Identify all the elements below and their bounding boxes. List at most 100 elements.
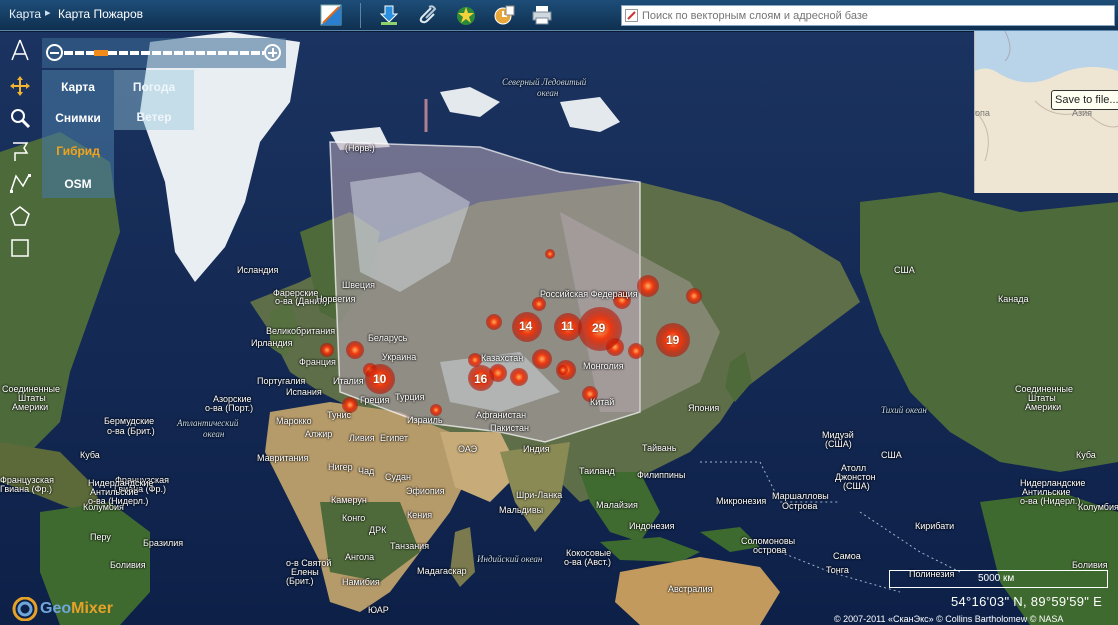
map-type-satellite[interactable]: Снимки	[42, 111, 114, 125]
ocean-label: Тихий океан	[881, 405, 927, 415]
map-type-hybrid[interactable]: Гибрид	[42, 144, 114, 158]
favorite-icon[interactable]	[455, 4, 477, 26]
place-label: Афганистан	[476, 410, 527, 420]
place-label: Малайзия	[596, 500, 638, 510]
top-bar: Карта ▸ Карта Пожаров	[0, 0, 1118, 31]
ocean-label: Атлантический	[177, 418, 239, 428]
fire-point	[637, 275, 659, 297]
polyline-icon[interactable]	[8, 171, 32, 195]
place-label: Исландия	[237, 265, 279, 275]
copyright: © 2007-2011 «СканЭкс» © Collins Bartholo…	[834, 614, 1064, 624]
history-icon[interactable]	[493, 4, 515, 26]
place-label: Кения	[407, 510, 433, 520]
page-title: Карта Пожаров	[58, 7, 144, 21]
breadcrumb-root[interactable]: Карта	[9, 7, 41, 21]
place-label: (Брит.)	[286, 576, 314, 586]
place-label: Португалия	[257, 376, 306, 386]
place-label: Нигер	[328, 462, 353, 472]
geomixer-logo[interactable]: GeoMixer	[40, 600, 113, 618]
place-label: Турция	[395, 392, 425, 402]
place-label: Ливия	[349, 433, 375, 443]
place-label: ОАЭ	[458, 444, 478, 454]
ocean-label: Северный Ледовитый	[502, 77, 587, 87]
ocean-label: океан	[537, 88, 559, 98]
place-label: Австралия	[668, 584, 713, 594]
save-to-file-tooltip[interactable]: Save to file...	[1051, 90, 1118, 110]
fire-point	[486, 314, 502, 330]
download-icon[interactable]	[378, 4, 400, 26]
map-type-map[interactable]: Карта	[42, 80, 114, 94]
place-label: Боливия	[110, 560, 146, 570]
cluster-count[interactable]: 16	[474, 372, 487, 386]
place-label: Бермудские	[104, 416, 155, 426]
place-label: (США)	[825, 439, 852, 449]
overview-map[interactable]: Азия опа	[974, 31, 1118, 193]
map-type-switcher: Карта Снимки Гибрид OSM	[42, 70, 114, 198]
search-box[interactable]	[621, 5, 1115, 26]
zoom-icon[interactable]	[8, 106, 32, 130]
rectangle-icon[interactable]	[8, 236, 32, 260]
scale-label: 5000 км	[978, 573, 1015, 584]
ocean-label: океан	[203, 429, 225, 439]
place-label: Куба	[1076, 450, 1096, 460]
place-label: Филиппины	[637, 470, 686, 480]
print-icon[interactable]	[531, 4, 553, 26]
place-label: Китай	[590, 397, 615, 407]
permalink-icon[interactable]	[320, 4, 342, 26]
place-label: (США)	[843, 481, 870, 491]
place-label: Намибия	[342, 577, 380, 587]
geomixer-logo-icon	[12, 597, 38, 621]
attach-icon[interactable]	[416, 4, 438, 26]
overview-canvas	[975, 31, 1118, 193]
breadcrumb-arrow-icon: ▸	[45, 7, 51, 19]
weather-layers: Погода Ветер	[114, 70, 194, 130]
place-label: о-ва (Брит.)	[107, 426, 155, 436]
cluster-count[interactable]: 29	[592, 321, 605, 335]
logo-text: GeoMixer	[40, 600, 113, 617]
place-label: Ирландия	[251, 338, 293, 348]
place-label: Мадагаскар	[417, 566, 467, 576]
place-label: Греция	[360, 395, 390, 405]
cluster-count[interactable]: 19	[666, 333, 679, 347]
zoom-handle[interactable]	[94, 50, 108, 56]
place-label: Перу	[90, 532, 111, 542]
place-label: Тунис	[327, 410, 351, 420]
place-label: о-ва (Нидерл.)	[1020, 496, 1081, 506]
place-label: Мальдивы	[499, 505, 544, 515]
cluster-count[interactable]: 14	[519, 319, 532, 333]
place-label: Казахстан	[481, 353, 524, 363]
map-type-osm[interactable]: OSM	[42, 177, 114, 191]
marker-icon[interactable]	[8, 139, 32, 163]
place-label: ЮАР	[368, 605, 389, 615]
cluster-count[interactable]: 10	[373, 372, 386, 386]
place-label: Бразилия	[143, 538, 184, 548]
zoom-in-button[interactable]	[264, 44, 281, 61]
place-label: Танзания	[390, 541, 430, 551]
place-label: Беларусь	[368, 333, 408, 343]
toolbar-separator	[360, 3, 361, 28]
search-input[interactable]	[642, 6, 1112, 25]
wind-layer[interactable]: Ветер	[114, 110, 194, 124]
zoom-slider[interactable]	[42, 38, 286, 68]
fire-point	[510, 368, 528, 386]
place-label: острова	[753, 545, 787, 555]
place-label: Тайвань	[642, 443, 677, 453]
place-label: Мавритания	[257, 453, 309, 463]
place-label: Самоа	[833, 551, 861, 561]
place-label: Кирибати	[915, 521, 955, 531]
weather-layer[interactable]: Погода	[114, 80, 194, 94]
pan-icon[interactable]	[8, 74, 32, 98]
measure-icon[interactable]	[8, 38, 32, 62]
place-label: Судан	[385, 472, 411, 482]
place-label: Монголия	[583, 361, 624, 371]
cluster-count[interactable]: 11	[561, 319, 574, 333]
place-label: Индия	[523, 444, 550, 454]
place-label: Чад	[358, 466, 375, 476]
zoom-out-button[interactable]	[46, 44, 63, 61]
place-label: Конго	[342, 513, 366, 523]
place-label: Пакистан	[490, 423, 529, 433]
place-label: Испания	[286, 387, 322, 397]
fire-point	[532, 349, 552, 369]
polygon-icon[interactable]	[8, 204, 32, 228]
place-label: о-ва (Порт.)	[205, 403, 254, 413]
